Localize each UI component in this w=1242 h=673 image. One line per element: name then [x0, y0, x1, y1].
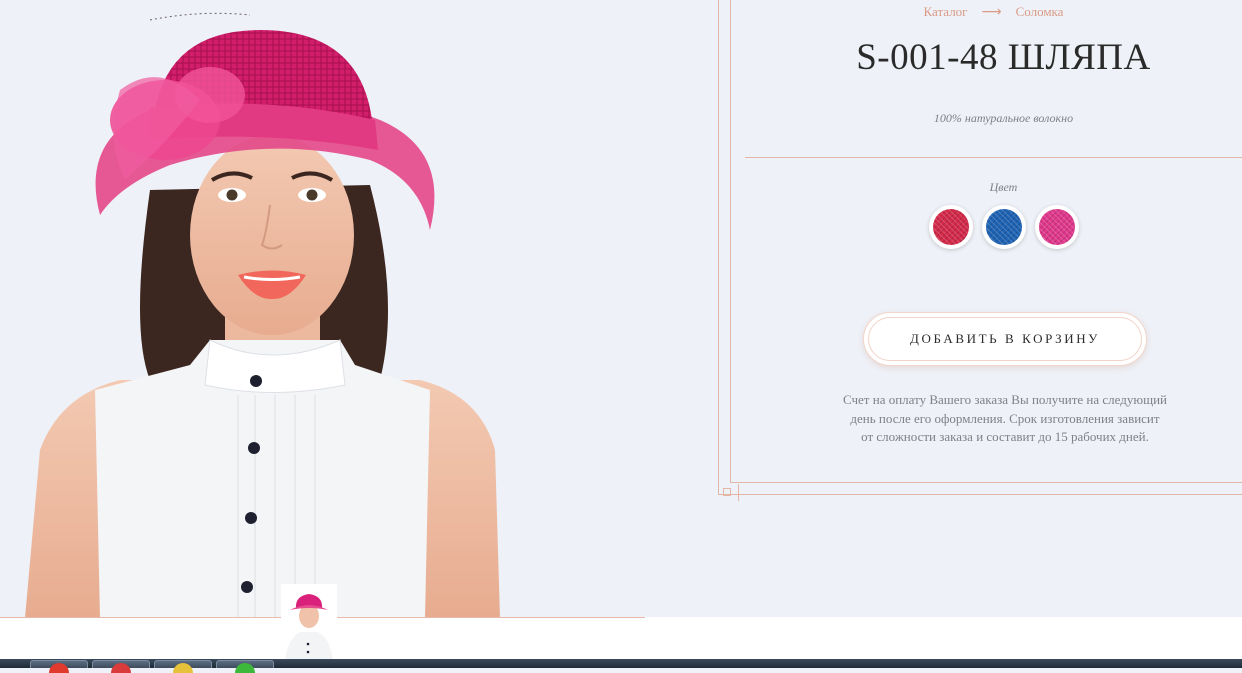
- order-note-line: от сложности заказа и составит до 15 раб…: [861, 429, 1149, 444]
- app-icon: [235, 663, 255, 673]
- taskbar-button-opera-2[interactable]: [92, 660, 150, 673]
- breadcrumb-arrow-icon: ⟶: [981, 4, 1002, 20]
- breadcrumb: Каталог ⟶ Соломка: [745, 4, 1242, 20]
- order-note-line: день после его оформления. Срок изготовл…: [850, 410, 1160, 426]
- product-photo: [0, 0, 645, 618]
- swatch-fill: [986, 209, 1022, 245]
- color-swatch-royal-blue[interactable]: [982, 205, 1026, 249]
- taskbar-button-opera[interactable]: [30, 660, 88, 673]
- product-material: 100% натуральное волокно: [933, 111, 1074, 125]
- color-swatch-fuchsia[interactable]: [1035, 205, 1079, 249]
- frame-corner-ornament: [723, 488, 731, 496]
- frame-tick: [738, 484, 739, 501]
- taskbar-button-app[interactable]: [154, 660, 212, 673]
- page-footer-area: [645, 617, 1242, 659]
- breadcrumb-current-link[interactable]: Соломка: [1016, 4, 1064, 19]
- product-gallery: [0, 0, 645, 668]
- color-swatch-crimson[interactable]: [929, 205, 973, 249]
- opera-icon: [111, 663, 131, 673]
- thumbnail-strip: [0, 584, 645, 660]
- divider: [745, 157, 1242, 158]
- add-to-cart-label: ДОБАВИТЬ В КОРЗИНУ: [868, 317, 1142, 361]
- opera-icon: [49, 663, 69, 673]
- order-note-line: Счет на оплату Вашего заказа Вы получите…: [843, 392, 1167, 407]
- taskbar-button-app-2[interactable]: [216, 660, 274, 673]
- breadcrumb-catalog-link[interactable]: Каталог: [924, 4, 968, 19]
- color-label: Цвет: [989, 180, 1018, 194]
- thumbnail-main-photo[interactable]: [281, 584, 337, 660]
- swatch-fill: [933, 209, 969, 245]
- order-note: Счет на оплату Вашего заказа Вы получите…: [830, 391, 1180, 447]
- product-title: S-001-48 ШЛЯПА: [856, 37, 1151, 78]
- app-icon: [173, 663, 193, 673]
- swatch-fill: [1039, 209, 1075, 245]
- os-taskbar: [0, 659, 1242, 673]
- add-to-cart-button[interactable]: ДОБАВИТЬ В КОРЗИНУ: [863, 312, 1147, 366]
